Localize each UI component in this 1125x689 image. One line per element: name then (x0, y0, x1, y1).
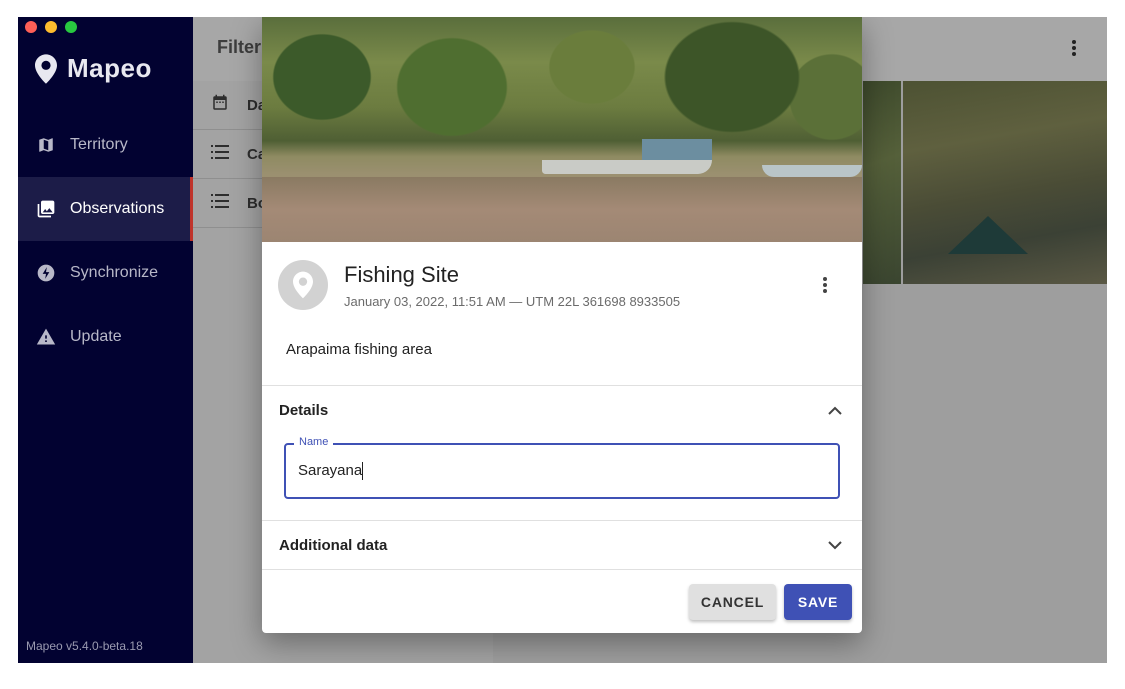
details-header[interactable]: Details (262, 386, 862, 434)
more-options-icon[interactable] (1071, 39, 1077, 62)
category-avatar (278, 260, 328, 310)
close-window-button[interactable] (25, 21, 37, 33)
sidebar-item-label: Synchronize (70, 264, 159, 281)
name-field-label: Name (294, 436, 334, 448)
more-options-icon[interactable] (822, 276, 828, 299)
observation-header: Fishing Site January 03, 2022, 11:51 AM … (262, 242, 862, 317)
details-section: Details Name Sarayana (262, 385, 862, 520)
name-input[interactable]: Sarayana (298, 462, 818, 481)
chevron-down-icon (828, 537, 842, 554)
location-pin-icon (35, 53, 57, 84)
details-body: Name Sarayana (262, 434, 862, 520)
lightning-icon (36, 263, 56, 283)
calendar-icon (211, 94, 229, 116)
observation-dialog: Fishing Site January 03, 2022, 11:51 AM … (262, 17, 862, 633)
list-icon (211, 194, 229, 212)
observation-photo (262, 17, 862, 242)
observation-thumbnail[interactable] (863, 81, 901, 284)
sidebar: Mapeo Territory Observations Synchronize… (18, 17, 193, 663)
brand: Mapeo (35, 53, 152, 84)
sidebar-item-label: Territory (70, 136, 128, 153)
additional-data-header[interactable]: Additional data (262, 521, 862, 569)
maximize-window-button[interactable] (65, 21, 77, 33)
save-button[interactable]: SAVE (784, 584, 852, 620)
sidebar-item-label: Update (70, 328, 122, 345)
filter-title: Filter (217, 37, 262, 57)
dialog-actions: CANCEL SAVE (262, 569, 862, 633)
observation-title: Fishing Site (344, 262, 459, 287)
cancel-button[interactable]: CANCEL (689, 584, 776, 620)
brand-name: Mapeo (67, 53, 152, 83)
warning-icon (36, 327, 56, 347)
text-caret (362, 462, 364, 481)
map-icon (36, 135, 56, 155)
additional-data-section: Additional data (262, 520, 862, 569)
sidebar-item-synchronize[interactable]: Synchronize (18, 241, 193, 305)
additional-data-heading: Additional data (279, 536, 388, 554)
name-field[interactable]: Name Sarayana (284, 436, 840, 499)
details-heading: Details (279, 401, 329, 419)
photo-library-icon (36, 199, 56, 219)
observation-description: Arapaima fishing area (286, 341, 432, 358)
app-window: Mapeo Territory Observations Synchronize… (18, 17, 1107, 663)
sidebar-item-territory[interactable]: Territory (18, 113, 193, 177)
sidebar-item-observations[interactable]: Observations (18, 177, 193, 241)
location-pin-icon (293, 271, 313, 299)
window-controls (25, 21, 77, 33)
list-icon (211, 145, 229, 163)
minimize-window-button[interactable] (45, 21, 57, 33)
chevron-up-icon (828, 402, 842, 419)
observation-meta: January 03, 2022, 11:51 AM — UTM 22L 361… (344, 294, 681, 309)
app-version: Mapeo v5.4.0-beta.18 (26, 639, 143, 653)
observation-thumbnail[interactable] (903, 81, 1107, 284)
sidebar-item-update[interactable]: Update (18, 305, 193, 369)
name-input-value: Sarayana (298, 462, 363, 479)
sidebar-item-label: Observations (70, 200, 165, 217)
